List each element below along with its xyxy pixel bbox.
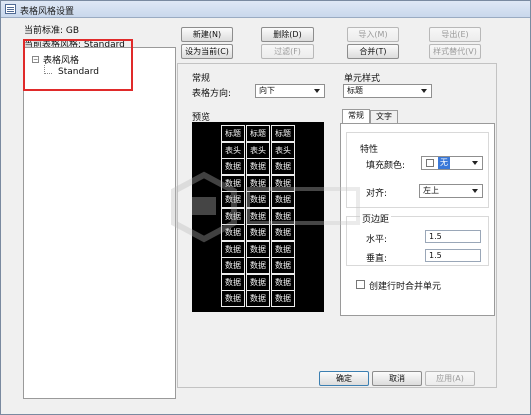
direction-select[interactable]: 向下 xyxy=(255,84,325,98)
tab-general[interactable]: 常规 xyxy=(342,109,370,124)
horizontal-label: 水平: xyxy=(366,235,388,245)
merge-button[interactable]: 合并(T) xyxy=(347,44,399,59)
fill-color-select[interactable]: 无 xyxy=(421,156,483,170)
preview-cell: 数据 xyxy=(271,240,295,258)
preview-cell: 数据 xyxy=(246,174,270,192)
fill-color-label: 填充颜色: xyxy=(366,161,406,171)
general-heading: 常规 xyxy=(192,74,211,84)
export-button[interactable]: 导出(E) xyxy=(429,27,481,42)
align-label: 对齐: xyxy=(366,189,388,199)
preview-cell: 数据 xyxy=(246,240,270,258)
properties-heading: 特性 xyxy=(360,145,379,155)
preview-cell: 表头 xyxy=(246,141,270,159)
ok-button[interactable]: 确定 xyxy=(319,371,369,386)
preview-cell: 数据 xyxy=(246,191,270,208)
style-tree[interactable]: − 表格风格 Standard xyxy=(23,47,176,399)
align-select[interactable]: 左上 xyxy=(419,184,483,198)
preview-cell: 数据 xyxy=(271,224,295,241)
apply-button[interactable]: 应用(A) xyxy=(425,371,475,386)
tab-panel-general: 特性 填充颜色: 无 对齐: 左上 页边距 水平: 1.5 垂直: 1.5 创建… xyxy=(340,123,495,316)
preview-cell: 数据 xyxy=(221,207,245,225)
tab-text[interactable]: 文字 xyxy=(370,110,398,124)
import-button[interactable]: 导入(M) xyxy=(347,27,399,42)
preview-cell: 数据 xyxy=(221,224,245,241)
preview-cell: 数据 xyxy=(246,257,270,274)
table-icon xyxy=(5,4,16,14)
vertical-label: 垂直: xyxy=(366,254,388,264)
cancel-button[interactable]: 取消 xyxy=(372,371,422,386)
align-value: 左上 xyxy=(423,186,439,195)
direction-value: 向下 xyxy=(259,86,275,95)
preview-cell: 数据 xyxy=(271,257,295,274)
preview-cell: 数据 xyxy=(221,174,245,192)
current-standard-label: 当前标准: GB xyxy=(24,26,80,36)
preview-cell: 表头 xyxy=(271,141,295,159)
preview-cell: 数据 xyxy=(246,207,270,225)
preview-cell: 数据 xyxy=(271,191,295,208)
set-current-button[interactable]: 设为当前(C) xyxy=(181,44,233,59)
preview-cell: 数据 xyxy=(246,224,270,241)
vertical-margin-input[interactable]: 1.5 xyxy=(425,249,481,262)
preview-cell: 数据 xyxy=(221,290,245,307)
preview-cell: 数据 xyxy=(271,273,295,291)
cell-style-select[interactable]: 标题 xyxy=(343,84,432,98)
highlight-annotation xyxy=(23,39,133,91)
preview-cell: 标题 xyxy=(246,125,270,142)
direction-label: 表格方向: xyxy=(192,89,232,99)
preview-cell: 数据 xyxy=(246,273,270,291)
filter-button[interactable]: 过滤(F) xyxy=(261,44,314,59)
preview-cell: 表头 xyxy=(221,141,245,159)
fill-color-value: 无 xyxy=(438,157,450,169)
dialog-window: 表格风格设置 当前标准: GB 当前表格风格: Standard − 表格风格 … xyxy=(0,0,531,415)
chevron-down-icon xyxy=(421,89,427,93)
new-button[interactable]: 新建(N) xyxy=(181,27,233,42)
preview-cell: 数据 xyxy=(246,290,270,307)
merge-cells-label[interactable]: 创建行时合并单元 xyxy=(369,279,441,292)
title-bar[interactable]: 表格风格设置 xyxy=(1,1,530,18)
style-replace-button[interactable]: 样式替代(V) xyxy=(429,44,481,59)
preview-cell: 数据 xyxy=(221,273,245,291)
preview-cell: 数据 xyxy=(221,158,245,175)
merge-cells-checkbox[interactable] xyxy=(356,280,365,289)
preview-cell: 数据 xyxy=(221,240,245,258)
chevron-down-icon xyxy=(472,189,478,193)
preview-cell: 数据 xyxy=(271,290,295,307)
preview-cell: 标题 xyxy=(221,125,245,142)
chevron-down-icon xyxy=(314,89,320,93)
preview-cell: 数据 xyxy=(271,158,295,175)
preview-cell: 数据 xyxy=(271,207,295,225)
preview-cell: 数据 xyxy=(246,158,270,175)
color-swatch xyxy=(426,159,434,167)
cell-style-heading: 单元样式 xyxy=(344,74,381,84)
cell-style-value: 标题 xyxy=(347,86,363,95)
preview-cell: 数据 xyxy=(221,257,245,274)
horizontal-margin-input[interactable]: 1.5 xyxy=(425,230,481,243)
window-title: 表格风格设置 xyxy=(20,7,75,17)
margins-heading: 页边距 xyxy=(360,212,392,225)
preview-cell: 数据 xyxy=(221,191,245,208)
preview-cell: 标题 xyxy=(271,125,295,142)
delete-button[interactable]: 删除(D) xyxy=(261,27,314,42)
chevron-down-icon xyxy=(472,161,478,165)
preview-cell: 数据 xyxy=(271,174,295,192)
